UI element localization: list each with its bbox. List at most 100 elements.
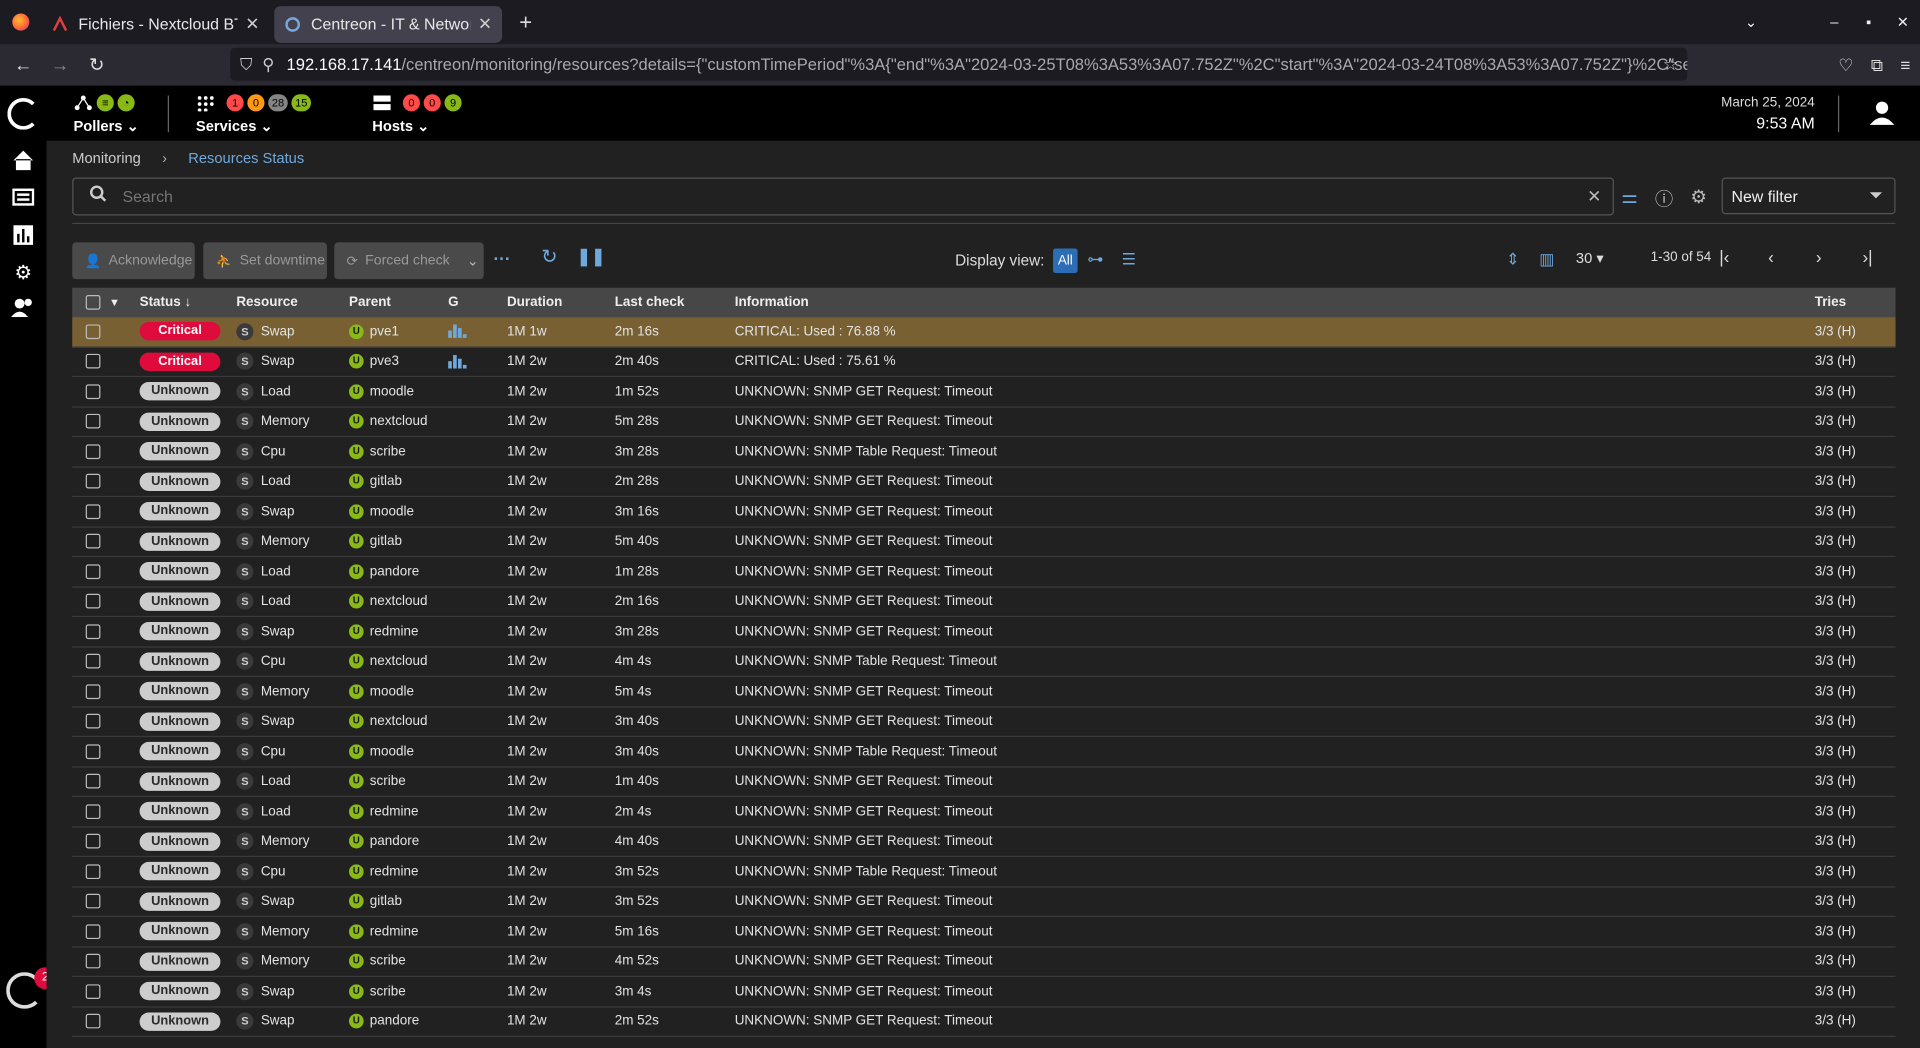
table-row[interactable]: Unknown S Swap Upandore 1M 2w 2m 52s UNKNOWN: … [72, 1007, 1896, 1037]
row-checkbox[interactable] [85, 564, 101, 579]
table-row[interactable]: Unknown S Load Upandore 1M 2w 1m 28s UNKNOWN: … [72, 557, 1896, 588]
row-checkbox[interactable] [85, 804, 101, 819]
services-warning-count[interactable]: 0 [247, 94, 265, 112]
tab-list-icon[interactable]: ⌄ [1734, 13, 1768, 30]
parent-name[interactable]: pve1 [370, 324, 399, 339]
parent-name[interactable]: redmine [370, 864, 419, 879]
resource-name[interactable]: Swap [261, 624, 295, 639]
row-checkbox[interactable] [85, 504, 101, 519]
resource-name[interactable]: Swap [261, 1014, 295, 1029]
resource-name[interactable]: Load [261, 474, 291, 489]
resource-name[interactable]: Memory [261, 534, 310, 549]
table-row[interactable]: Unknown S Memory Umoodle 1M 2w 5m 4s UNKNOWN: … [72, 677, 1896, 708]
resource-name[interactable]: Load [261, 774, 291, 789]
row-checkbox[interactable] [85, 444, 101, 459]
parent-name[interactable]: scribe [370, 954, 406, 969]
resource-name[interactable]: Memory [261, 954, 310, 969]
configuration-gear-icon[interactable]: ⚙ [11, 261, 35, 285]
forced-check-button[interactable]: ⟳ Forced check ⌄ [334, 242, 484, 280]
table-row[interactable]: Unknown S Cpu Uscribe 1M 2w 3m 28s UNKNOWN: SN… [72, 437, 1896, 468]
table-row[interactable]: Unknown S Swap Uredmine 1M 2w 3m 28s UNKNOWN: … [72, 617, 1896, 648]
row-checkbox[interactable] [85, 654, 101, 669]
table-row[interactable]: Critical S Swap Upve1 1M 1w 2m 16s CRITICAL: U… [72, 317, 1896, 348]
search-input[interactable] [122, 187, 1576, 206]
table-row[interactable]: Unknown S Swap Uscribe 1M 2w 3m 4s UNKNOWN: SN… [72, 977, 1896, 1007]
row-checkbox[interactable] [85, 534, 101, 549]
services-unknown-count[interactable]: 28 [268, 94, 288, 112]
table-row[interactable]: Unknown S Memory Ugitlab 1M 2w 5m 40s UNKNOWN:… [72, 527, 1896, 558]
services-ok-count[interactable]: 15 [291, 94, 312, 112]
parent-name[interactable]: redmine [370, 804, 419, 819]
graph-icon[interactable] [448, 354, 507, 369]
row-checkbox[interactable] [85, 714, 101, 729]
resource-name[interactable]: Swap [261, 324, 295, 339]
hosts-menu[interactable]: 0 0 9 Hosts ⌄ [372, 93, 462, 135]
refresh-icon[interactable]: ↻ [541, 245, 557, 269]
resource-name[interactable]: Cpu [261, 444, 286, 459]
table-row[interactable]: Unknown S Cpu Uredmine 1M 2w 3m 52s UNKNOWN: S… [72, 857, 1896, 888]
resource-name[interactable]: Memory [261, 414, 310, 429]
parent-name[interactable]: moodle [370, 384, 414, 399]
row-checkbox[interactable] [85, 954, 101, 969]
parent-name[interactable]: redmine [370, 624, 419, 639]
select-all-checkbox[interactable] [85, 295, 101, 310]
parent-name[interactable]: nextcloud [370, 414, 428, 429]
parent-name[interactable]: gitlab [370, 474, 402, 489]
maximize-icon[interactable]: ▪ [1851, 13, 1885, 30]
parent-name[interactable]: moodle [370, 684, 414, 699]
clear-search-icon[interactable]: ✕ [1576, 186, 1613, 207]
more-actions-icon[interactable]: ··· [493, 249, 510, 269]
table-row[interactable]: Unknown S Memory Uscribe 1M 2w 4m 52s UNKNOWN:… [72, 947, 1896, 977]
resource-name[interactable]: Cpu [261, 654, 286, 669]
minimize-icon[interactable]: – [1817, 13, 1851, 30]
row-checkbox[interactable] [85, 774, 101, 789]
resource-name[interactable]: Memory [261, 684, 310, 699]
resource-name[interactable]: Load [261, 804, 291, 819]
row-checkbox[interactable] [85, 624, 101, 639]
column-parent[interactable]: Parent [349, 295, 448, 310]
row-checkbox[interactable] [85, 1014, 101, 1029]
table-row[interactable]: Unknown S Load Uredmine 1M 2w 2m 4s UNKNOWN: S… [72, 797, 1896, 828]
resource-name[interactable]: Load [261, 564, 291, 579]
previous-page-icon[interactable]: ‹ [1768, 247, 1774, 267]
rows-per-page-select[interactable]: 30 ▾ [1576, 250, 1604, 267]
row-checkbox[interactable] [85, 924, 101, 939]
row-checkbox[interactable] [85, 894, 101, 909]
column-graph[interactable]: G [448, 295, 507, 310]
view-all-button[interactable]: All [1053, 248, 1078, 274]
resource-name[interactable]: Load [261, 594, 291, 609]
resource-name[interactable]: Load [261, 384, 291, 399]
column-resource[interactable]: Resource [236, 295, 349, 310]
table-row[interactable]: Unknown S Swap Ugitlab 1M 2w 3m 52s UNKNOWN: S… [72, 887, 1896, 918]
monitoring-icon[interactable] [11, 187, 35, 211]
resource-name[interactable]: Cpu [261, 744, 286, 759]
pause-icon[interactable]: ❚❚ [577, 246, 606, 267]
home-icon[interactable] [11, 149, 35, 173]
filter-select[interactable]: New filter [1721, 177, 1896, 215]
forward-icon[interactable]: → [42, 54, 79, 75]
resource-name[interactable]: Swap [261, 714, 295, 729]
view-by-service-icon[interactable]: ☰ [1122, 250, 1136, 270]
row-checkbox[interactable] [85, 984, 101, 999]
bookmark-star-icon[interactable]: ☆ [1663, 54, 1678, 75]
parent-name[interactable]: scribe [370, 444, 406, 459]
parent-name[interactable]: nextcloud [370, 714, 428, 729]
next-page-icon[interactable]: › [1816, 247, 1822, 267]
services-critical-count[interactable]: 1 [226, 94, 244, 112]
hosts-down-count[interactable]: 0 [402, 94, 421, 112]
firefox-menu-icon[interactable] [0, 0, 42, 44]
row-checkbox[interactable] [85, 744, 101, 759]
select-dropdown-icon[interactable]: ▼ [109, 296, 120, 308]
extensions-icon[interactable]: ⧉ [1871, 54, 1883, 75]
compact-mode-icon[interactable]: ⇕ [1506, 250, 1519, 270]
resource-name[interactable]: Swap [261, 354, 295, 369]
breadcrumb-monitoring[interactable]: Monitoring [72, 149, 141, 166]
parent-name[interactable]: nextcloud [370, 654, 428, 669]
new-tab-icon[interactable]: + [519, 9, 532, 35]
table-row[interactable]: Unknown S Load Uscribe 1M 2w 1m 40s UNKNOWN: S… [72, 767, 1896, 798]
table-row[interactable]: Unknown S Memory Uredmine 1M 2w 5m 16s UNKNOWN… [72, 917, 1896, 947]
shield-icon[interactable]: ⛉ [240, 54, 252, 74]
app-menu-icon[interactable]: ≡ [1900, 55, 1910, 75]
resource-name[interactable]: Memory [261, 834, 310, 849]
help-icon[interactable]: ⓘ [1655, 186, 1673, 212]
